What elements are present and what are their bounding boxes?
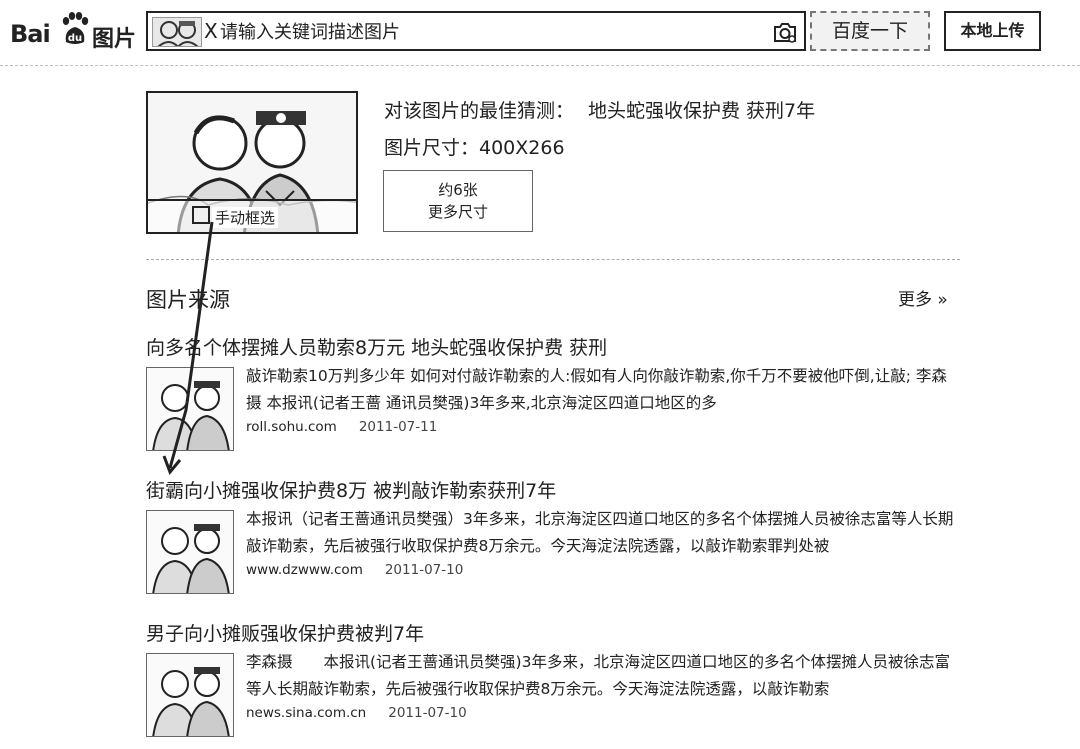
result-date: 2011-07-11 [358,419,438,435]
manual-crop-bar[interactable]: 手动框选 [148,199,356,232]
more-sizes-button[interactable]: 约6张 更多尺寸 [383,170,533,232]
search-button[interactable]: 百度一下 [810,11,930,51]
crop-icon [192,206,210,224]
more-sizes-label: 更多尺寸 [427,203,488,221]
more-sources-link[interactable]: 更多 » [898,285,948,310]
search-input[interactable] [220,17,760,47]
remove-image-button[interactable]: X [204,19,218,43]
best-guess-label: 对该图片的最佳猜测： [384,100,575,122]
result-domain[interactable]: news.sina.com.cn [246,705,366,721]
best-guess-link[interactable]: 地头蛇强收保护费 获刑7年 [588,100,815,122]
result-snippet: 李森摄 本报讯(记者王蔷通讯员樊强)3年多来，北京海淀区四道口地区的多名个体摆摊… [246,653,950,698]
image-size: 图片尺寸：400X266 [384,137,565,159]
result-thumbnail[interactable] [146,510,234,594]
chip-thumbnail-image [157,21,199,46]
logo-text-tupian: 图片 [92,27,137,52]
more-sizes-count: 约6张 [438,181,478,199]
result-title-link[interactable]: 男子向小摊贩强收保护费被判7年 [146,619,424,646]
svg-text:du: du [68,33,82,44]
paw-icon: du [62,12,89,44]
result-meta: www.dzwww.com 2011-07-10 [246,562,463,578]
query-image-chip[interactable] [152,17,202,47]
result-date: 2011-07-10 [384,562,464,578]
best-guess: 对该图片的最佳猜测： 地头蛇强收保护费 获刑7年 [384,96,815,123]
result-thumbnail[interactable] [146,367,234,451]
manual-crop-label: 手动框选 [212,207,279,228]
sources-heading: 图片来源 [146,288,230,312]
camera-icon[interactable] [772,20,798,44]
result-title-link[interactable]: 向多名个体摆摊人员勒索8万元 地头蛇强收保护费 获刑 [146,333,607,360]
result-title-link[interactable]: 街霸向小摊强收保护费8万 被判敲诈勒索获刑7年 [146,476,556,503]
result-meta: news.sina.com.cn 2011-07-10 [246,705,467,721]
result-snippet: 敲诈勒索10万判多少年 如何对付敲诈勒索的人:假如有人向你敲诈勒索,你千万不要被… [246,367,947,412]
logo-text-bai: Bai [10,20,51,48]
result-meta: roll.sohu.com 2011-07-11 [246,419,437,435]
result-date: 2011-07-10 [388,705,467,721]
section-divider [146,259,960,260]
result-thumbnail[interactable] [146,653,234,737]
baidu-images-logo[interactable]: Bai du 图片 [10,8,138,52]
top-bar: Bai du 图片 X 百度一下 本地上传 [0,0,1080,66]
result-thumbnail-drawing [152,381,230,450]
result-thumbnail-drawing [152,667,230,736]
search-box[interactable]: X [146,11,806,51]
result-thumbnail-drawing [152,524,230,593]
local-upload-button[interactable]: 本地上传 [944,11,1041,51]
result-domain[interactable]: roll.sohu.com [246,419,337,435]
result-snippet: 本报讯（记者王蔷通讯员樊强）3年多来，北京海淀区四道口地区的多名个体摆摊人员被徐… [246,510,954,555]
result-domain[interactable]: www.dzwww.com [246,562,363,578]
query-image[interactable]: 手动框选 [146,91,358,234]
